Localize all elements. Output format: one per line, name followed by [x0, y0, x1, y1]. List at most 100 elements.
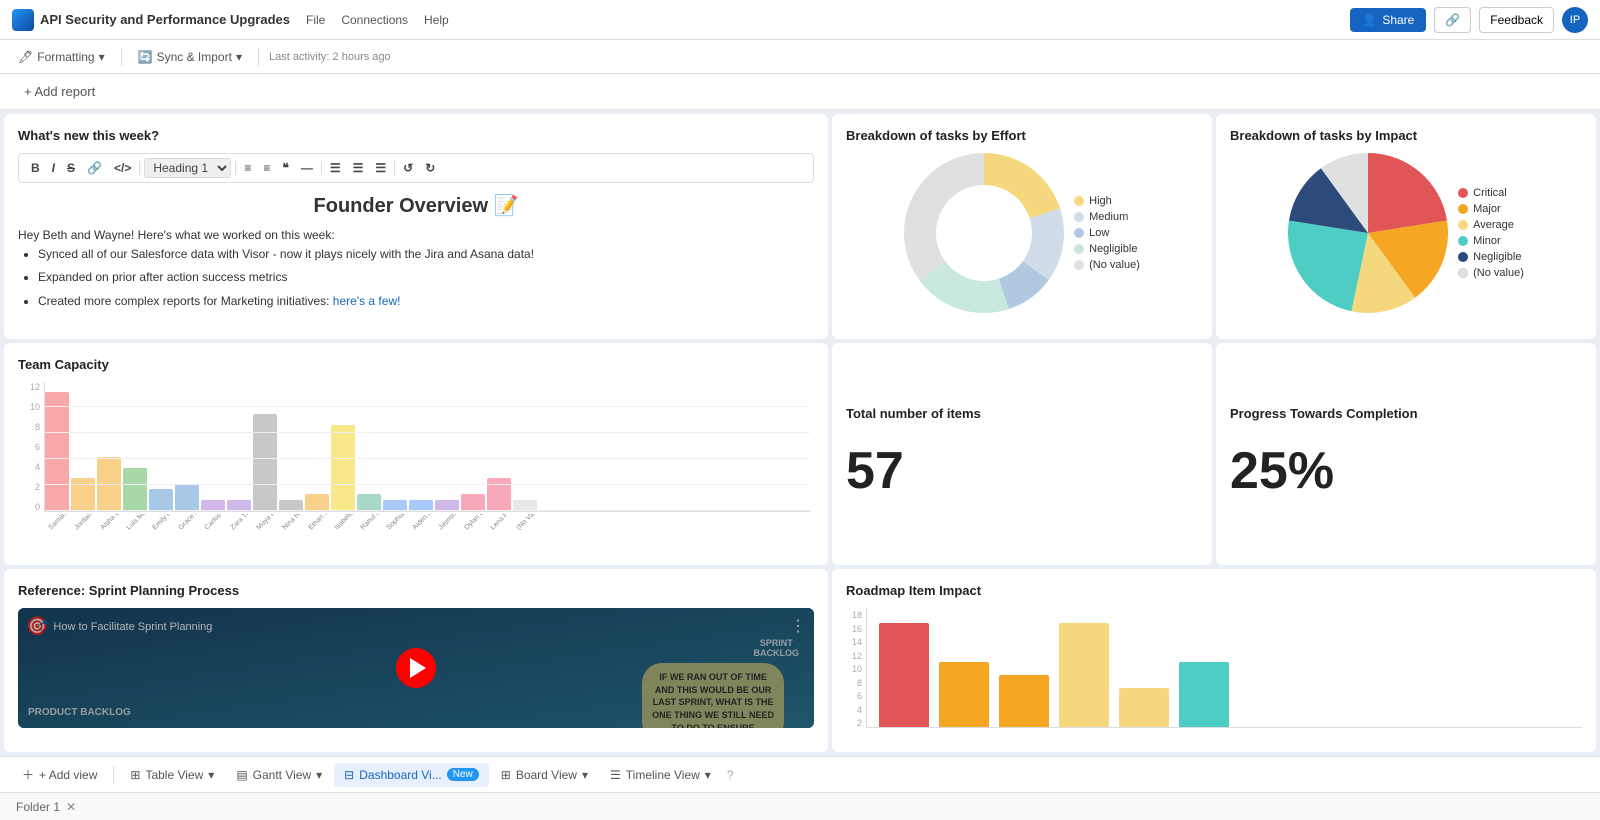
team-capacity-bar: [409, 500, 433, 511]
align-right-btn[interactable]: ☰: [371, 159, 390, 177]
formatting-btn[interactable]: 🖊 Formatting ▾: [12, 48, 111, 66]
progress-value: 25%: [1230, 441, 1334, 501]
bottom-tabs: ＋ + Add view ⊞ Table View ▾ ▤ Gantt View…: [0, 756, 1600, 792]
share-icon: 👤: [1362, 13, 1377, 27]
link-button[interactable]: 🔗: [1434, 7, 1471, 33]
play-button[interactable]: [396, 648, 436, 688]
team-capacity-title: Team Capacity: [18, 357, 814, 372]
new-badge: New: [447, 768, 479, 781]
tab-board-view[interactable]: ⊞ Board View ▾: [491, 763, 598, 787]
heading-select[interactable]: Heading 1 Heading 2 Paragraph: [144, 158, 231, 178]
bullet-list: Synced all of our Salesforce data with V…: [18, 245, 814, 311]
help-icon[interactable]: ?: [727, 768, 734, 782]
team-capacity-bar: [461, 494, 485, 510]
high-dot: [1074, 196, 1084, 206]
toolbar: 🖊 Formatting ▾ 🔄 Sync & Import ▾ Last ac…: [0, 40, 1600, 74]
low-label: Low: [1089, 227, 1109, 239]
top-bar-right: 👤 Share 🔗 Feedback IP: [1350, 7, 1588, 33]
undo-btn[interactable]: ↺: [399, 159, 417, 177]
italic-btn[interactable]: I: [48, 159, 59, 177]
formatting-label: Formatting: [37, 50, 94, 64]
link-btn[interactable]: 🔗: [83, 159, 106, 177]
editor-sep-1: [139, 161, 140, 175]
play-icon: [410, 658, 426, 678]
ordered-list-btn[interactable]: ≡: [259, 159, 274, 177]
sync-label: Sync & Import: [157, 50, 232, 64]
hr-btn[interactable]: —: [297, 159, 317, 177]
add-view-btn[interactable]: ＋ + Add view: [12, 761, 107, 788]
low-dot: [1074, 228, 1084, 238]
roadmap-chart: 18 16 14 12 10 8 6 4 2: [846, 608, 1582, 728]
legend-average: Average: [1458, 219, 1524, 231]
video-overlay[interactable]: [18, 608, 814, 728]
board-chevron: ▾: [582, 768, 588, 782]
novalue-dot: [1074, 260, 1084, 270]
team-capacity-bar: [123, 468, 147, 511]
roadmap-bar-2: [939, 662, 989, 727]
founder-title: Founder Overview 📝: [18, 193, 814, 218]
video-card: Reference: Sprint Planning Process 🎯 How…: [4, 569, 828, 752]
negligible-dot: [1074, 244, 1084, 254]
sync-btn[interactable]: 🔄 Sync & Import ▾: [132, 48, 248, 66]
y-axis: 12 10 8 6 4 2 0: [18, 382, 42, 512]
feedback-button[interactable]: Feedback: [1479, 7, 1554, 33]
align-left-btn[interactable]: ☰: [326, 159, 345, 177]
roadmap-bar-4: [1059, 623, 1109, 728]
team-capacity-bar: [97, 457, 121, 511]
total-items-value: 57: [846, 441, 904, 501]
tab-gantt-view[interactable]: ▤ Gantt View ▾: [226, 763, 332, 787]
greeting-text: Hey Beth and Wayne! Here's what we worke…: [18, 226, 814, 245]
folder-bar: Folder 1 ✕: [0, 792, 1600, 820]
team-capacity-bar: [383, 500, 407, 511]
effort-legend: High Medium Low Negligible (No value): [1074, 195, 1140, 271]
top-bar: API Security and Performance Upgrades Fi…: [0, 0, 1600, 40]
video-embed[interactable]: 🎯 How to Facilitate Sprint Planning ⋮ SP…: [18, 608, 814, 728]
tab-table-view[interactable]: ⊞ Table View ▾: [120, 763, 224, 787]
roadmap-bars-container: [866, 608, 1582, 728]
redo-btn[interactable]: ↻: [421, 159, 439, 177]
table-view-label: Table View: [145, 768, 203, 782]
medium-dot: [1074, 212, 1084, 222]
nav-connections[interactable]: Connections: [341, 13, 408, 27]
effort-pie-chart: [904, 153, 1064, 313]
tab-timeline-view[interactable]: ☰ Timeline View ▾: [600, 763, 721, 787]
nav-help[interactable]: Help: [424, 13, 449, 27]
bullet-list-btn[interactable]: ≡: [240, 159, 255, 177]
founder-content: Hey Beth and Wayne! Here's what we worke…: [18, 226, 814, 311]
novalue-impact-label: (No value): [1473, 267, 1524, 279]
add-view-label: + Add view: [39, 768, 97, 782]
formatting-icon: 🖊: [18, 50, 33, 64]
video-section-title: Reference: Sprint Planning Process: [18, 583, 814, 598]
grid-line: [45, 406, 810, 407]
toolbar-separator: [121, 48, 122, 66]
bullet-2: Expanded on prior after action success m…: [38, 268, 814, 287]
progress-title: Progress Towards Completion: [1230, 406, 1418, 421]
timeline-view-label: Timeline View: [626, 768, 700, 782]
folder-close[interactable]: ✕: [66, 800, 76, 814]
quote-btn[interactable]: ❝: [278, 159, 292, 177]
team-capacity-bar: [305, 494, 329, 510]
editor-toolbar: B I S 🔗 </> Heading 1 Heading 2 Paragrap…: [18, 153, 814, 183]
team-capacity-bar: [175, 484, 199, 511]
editor-sep-4: [394, 161, 395, 175]
editor-sep-3: [321, 161, 322, 175]
average-label: Average: [1473, 219, 1514, 231]
major-label: Major: [1473, 203, 1501, 215]
team-capacity-card: Team Capacity 12 10 8 6 4 2 0 Samantha C…: [4, 343, 828, 566]
bold-btn[interactable]: B: [27, 159, 44, 177]
nav-file[interactable]: File: [306, 13, 325, 27]
team-capacity-bar: [45, 392, 69, 510]
link-here[interactable]: here's a few!: [333, 294, 401, 308]
team-capacity-bar: [357, 494, 381, 510]
strike-btn[interactable]: S: [63, 159, 79, 177]
code-btn[interactable]: </>: [110, 159, 135, 177]
team-capacity-bar: [201, 500, 225, 511]
add-report-button[interactable]: + Add report: [16, 80, 103, 103]
align-center-btn[interactable]: ☰: [349, 159, 368, 177]
tab-dashboard-view[interactable]: ⊟ Dashboard Vi... New: [334, 763, 489, 787]
minor-dot: [1458, 236, 1468, 246]
share-button[interactable]: 👤 Share: [1350, 8, 1426, 32]
negligible-label: Negligible: [1089, 243, 1137, 255]
gantt-icon: ▤: [236, 768, 247, 782]
roadmap-bar-1: [879, 623, 929, 728]
